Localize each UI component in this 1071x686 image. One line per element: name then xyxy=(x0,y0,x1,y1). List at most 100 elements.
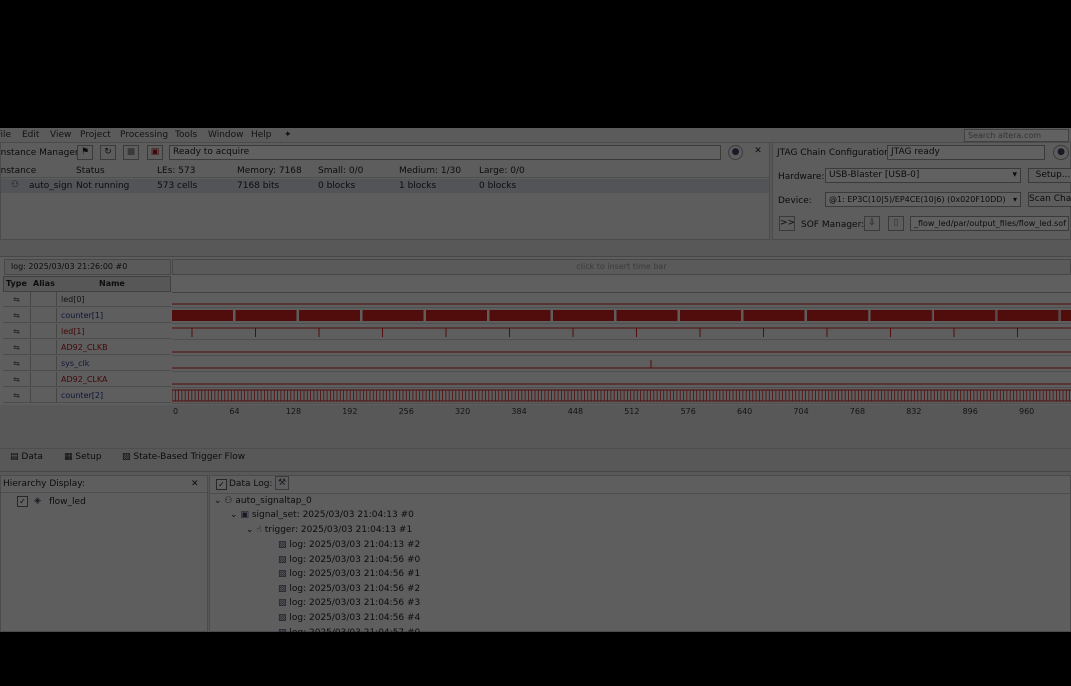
log-entry-label: log: 2025/03/03 21:04:56 #0 xyxy=(289,554,421,565)
log-entry[interactable]: ▧ log: 2025/03/03 21:04:56 #4 xyxy=(278,611,420,625)
hierarchy-checkbox[interactable]: ✓ xyxy=(17,496,28,507)
signal-name[interactable]: AD92_CLKB xyxy=(57,340,171,355)
waveform-canvas[interactable] xyxy=(172,292,1071,404)
signal-alias[interactable] xyxy=(31,372,57,387)
menu-tools[interactable]: Tools xyxy=(175,130,197,140)
signal-name[interactable]: counter[2] xyxy=(57,388,171,403)
log-entry[interactable]: ▧ log: 2025/03/03 21:04:56 #2 xyxy=(278,582,420,596)
divider xyxy=(1,492,207,493)
hierarchy-title: Hierarchy Display: xyxy=(3,479,85,489)
tab-data[interactable]: ▤ Data xyxy=(10,450,43,464)
setup-button[interactable]: Setup... xyxy=(1028,168,1071,183)
time-tick: 384 xyxy=(511,407,527,416)
trace-counter1-block xyxy=(743,310,805,321)
log-entry[interactable]: ▧ log: 2025/03/03 21:04:57 #0 xyxy=(278,626,420,632)
time-tick: 832 xyxy=(906,407,922,416)
log-entry[interactable]: ▧ log: 2025/03/03 21:04:56 #1 xyxy=(278,567,420,581)
tab-trigger-flow[interactable]: ▧ State-Based Trigger Flow xyxy=(122,450,245,464)
log-icon: ▧ xyxy=(278,554,290,565)
chevron-down-icon: ⌄ xyxy=(214,496,222,506)
time-tick: 448 xyxy=(567,407,584,416)
data-log-icon[interactable]: ⚒ xyxy=(275,476,289,490)
signal-alias[interactable] xyxy=(31,340,57,355)
close-icon[interactable]: ✕ xyxy=(191,479,199,489)
signal-name[interactable]: counter[1] xyxy=(57,308,171,323)
log-entry[interactable]: ▧ log: 2025/03/03 21:04:13 #2 xyxy=(278,538,420,552)
jtag-status-field: JTAG ready xyxy=(887,145,1045,160)
data-log-checkbox[interactable]: ✓ xyxy=(216,479,227,490)
sof-stop-icon[interactable]: ▯ xyxy=(888,216,904,231)
tree-root-label: auto_signaltap_0 xyxy=(235,496,312,506)
tab-data-label: Data xyxy=(21,452,43,462)
instance-status: Not running xyxy=(76,181,130,191)
close-icon[interactable]: ✕ xyxy=(751,145,765,158)
device-select[interactable]: @1: EP3C(10|5)/EP4CE(10|6) (0x020F10DD) … xyxy=(825,192,1021,207)
tree-root[interactable]: ⌄ ⚇ auto_signaltap_0 xyxy=(214,494,312,508)
search-input[interactable]: Search altera.com xyxy=(964,129,1069,142)
time-tick: 704 xyxy=(793,407,809,416)
log-title: log: 2025/03/03 21:26:00 #0 xyxy=(4,259,171,275)
tree-trigger[interactable]: ⌄ ☝ trigger: 2025/03/03 21:04:13 #1 xyxy=(246,523,412,537)
signal-alias[interactable] xyxy=(31,356,57,371)
expand-button[interactable]: >> xyxy=(779,216,795,231)
col-type: Type xyxy=(6,279,27,288)
menu-edit[interactable]: Edit xyxy=(22,130,39,140)
chevron-down-icon: ▾ xyxy=(1012,193,1017,206)
signal-type-icon: ⇋ xyxy=(3,388,31,403)
run-icon[interactable]: ↻ xyxy=(100,145,116,160)
signal-name[interactable]: sys_clk xyxy=(57,356,171,371)
instance-manager-panel: Instance Manager: ⚑ ↻ ■ ▣ Ready to acqui… xyxy=(0,142,770,240)
instance-les: 573 cells xyxy=(157,181,198,191)
trigger-flow-icon: ▧ xyxy=(122,452,131,462)
log-entry[interactable]: ▧ log: 2025/03/03 21:04:56 #3 xyxy=(278,596,420,610)
hierarchy-item[interactable]: flow_led xyxy=(49,497,86,507)
instance-name: auto_signaltap_0 xyxy=(29,181,73,191)
signal-name[interactable]: led[0] xyxy=(57,292,171,307)
time-bar-hint[interactable]: click to insert time bar xyxy=(172,259,1071,275)
scan-chain-button[interactable]: Scan Chain xyxy=(1028,192,1071,207)
hardware-select[interactable]: USB-Blaster [USB-0] ▾ xyxy=(825,168,1021,183)
autorun-icon[interactable]: ⚑ xyxy=(77,145,93,160)
signal-alias[interactable] xyxy=(31,292,57,307)
log-entry-label: log: 2025/03/03 21:04:56 #3 xyxy=(289,598,421,609)
instance-table-header: Instance Status LEs: 573 Memory: 7168 Sm… xyxy=(0,164,769,178)
time-tick: 576 xyxy=(680,407,696,416)
log-entry[interactable]: ▧ log: 2025/03/03 21:04:56 #0 xyxy=(278,553,420,567)
menu-processing[interactable]: Processing xyxy=(120,130,168,140)
signal-alias[interactable] xyxy=(31,324,57,339)
device-value: @1: EP3C(10|5)/EP4CE(10|6) (0x020F10DD) xyxy=(829,195,1006,204)
instance-large: 0 blocks xyxy=(479,181,517,191)
instance-row[interactable]: ⚇ auto_signaltap_0 Not running 573 cells… xyxy=(1,179,769,193)
signal-alias[interactable] xyxy=(31,388,57,403)
signaltap-window: File Edit View Project Processing Tools … xyxy=(0,128,1071,632)
col-small: Small: 0/0 xyxy=(318,166,364,176)
menu-window[interactable]: Window xyxy=(208,130,244,140)
col-alias: Alias xyxy=(33,279,55,288)
menu-file[interactable]: File xyxy=(0,130,11,140)
menu-help[interactable]: Help xyxy=(251,130,272,140)
time-tick: 192 xyxy=(342,407,358,416)
stop-icon[interactable]: ■ xyxy=(123,145,139,160)
trace-counter1-block xyxy=(616,310,678,321)
log-entry-label: log: 2025/03/03 21:04:13 #2 xyxy=(289,540,421,550)
sof-path-field[interactable]: _flow_led/par/output_files/flow_led.sof xyxy=(910,216,1069,231)
tab-setup[interactable]: ▦ Setup xyxy=(64,450,102,464)
tree-signal-set[interactable]: ⌄ ▣ signal_set: 2025/03/03 21:04:13 #0 xyxy=(230,508,414,522)
help-icon[interactable]: ✦ xyxy=(284,130,292,140)
signal-alias[interactable] xyxy=(31,308,57,323)
time-tick: 256 xyxy=(398,407,414,416)
device-label: Device: xyxy=(778,196,812,206)
time-tick: 768 xyxy=(849,407,866,416)
info-icon[interactable]: ● xyxy=(728,145,743,160)
signal-name[interactable]: led[1] xyxy=(57,324,171,339)
menu-project[interactable]: Project xyxy=(80,130,111,140)
program-device-icon[interactable]: ⇩ xyxy=(864,216,880,231)
jtag-panel: JTAG Chain Configuration: JTAG ready ● H… xyxy=(772,142,1071,240)
trace-counter1-block xyxy=(489,310,551,321)
log-entry-label: log: 2025/03/03 21:04:57 #0 xyxy=(289,628,420,632)
read-data-icon[interactable]: ▣ xyxy=(147,145,163,160)
jtag-info-icon[interactable]: ● xyxy=(1053,145,1069,160)
signal-name[interactable]: AD92_CLKA xyxy=(57,372,171,387)
menu-view[interactable]: View xyxy=(50,130,71,140)
hardware-label: Hardware: xyxy=(778,172,825,182)
